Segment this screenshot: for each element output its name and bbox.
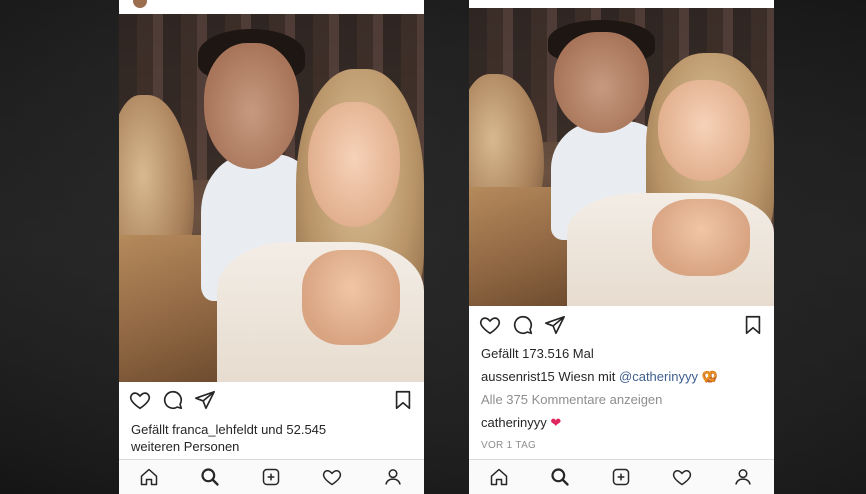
comment-bubble-icon[interactable] — [512, 314, 534, 336]
activity-heart-icon[interactable] — [322, 467, 342, 487]
heart-emoji: ❤ — [546, 415, 562, 430]
avatar[interactable] — [133, 0, 147, 8]
right-instagram-screen: Gefällt 173.516 Mal aussenrist15 Wiesn m… — [469, 0, 774, 494]
profile-icon[interactable] — [383, 467, 403, 487]
left-instagram-screen: Gefällt franca_lehfeldt und 52.545 weite… — [119, 0, 424, 494]
photo-man-face — [554, 31, 649, 134]
paper-plane-icon[interactable] — [544, 314, 566, 336]
paper-plane-icon[interactable] — [194, 389, 216, 411]
comment-bubble-icon[interactable] — [162, 389, 184, 411]
bookmark-icon[interactable] — [392, 389, 414, 411]
activity-heart-icon[interactable] — [672, 467, 692, 487]
post-actions-bar — [469, 311, 774, 339]
heart-outline-icon[interactable] — [479, 314, 501, 336]
bottom-navigation — [469, 459, 774, 494]
post-timestamp: VOR 1 TAG — [481, 440, 537, 451]
pretzel-emoji: 🥨 — [697, 369, 718, 384]
post-photo[interactable] — [119, 14, 424, 382]
likes-line-2: weiteren Personen — [131, 439, 240, 454]
add-post-icon[interactable] — [261, 467, 281, 487]
profile-icon[interactable] — [733, 467, 753, 487]
photo-woman-neck — [302, 249, 400, 346]
post-photo[interactable] — [469, 8, 774, 306]
bottom-navigation — [119, 459, 424, 494]
caption-username[interactable]: aussenrist15 — [481, 369, 555, 384]
view-all-comments-link[interactable]: Alle 375 Kommentare anzeigen — [481, 391, 764, 408]
add-post-icon[interactable] — [611, 467, 631, 487]
photo-woman-face — [658, 79, 750, 181]
likes-line-1: Gefällt franca_lehfeldt und 52.545 — [131, 422, 327, 437]
post-actions-bar — [119, 386, 424, 414]
comment: catherinyyy ❤ — [481, 414, 764, 431]
photo-woman-neck — [652, 198, 750, 277]
comment-username[interactable]: catherinyyy — [481, 415, 547, 430]
home-icon[interactable] — [489, 467, 509, 487]
caption-text: Wiesn mit — [554, 369, 620, 384]
likes-summary: Gefällt franca_lehfeldt und 52.545 weite… — [131, 421, 414, 455]
photo-man-face — [204, 43, 299, 169]
post-header-strip — [119, 0, 424, 15]
bookmark-icon[interactable] — [742, 314, 764, 336]
caption-mention-link[interactable]: @catherinyyy — [619, 369, 698, 384]
photo-woman-face — [308, 102, 400, 228]
post-caption: aussenrist15 Wiesn mit @catherinyyy 🥨 — [481, 368, 764, 385]
home-icon[interactable] — [139, 467, 159, 487]
heart-outline-icon[interactable] — [129, 389, 151, 411]
likes-count: Gefällt 173.516 Mal — [481, 346, 594, 361]
search-icon[interactable] — [200, 467, 220, 487]
search-icon[interactable] — [550, 467, 570, 487]
